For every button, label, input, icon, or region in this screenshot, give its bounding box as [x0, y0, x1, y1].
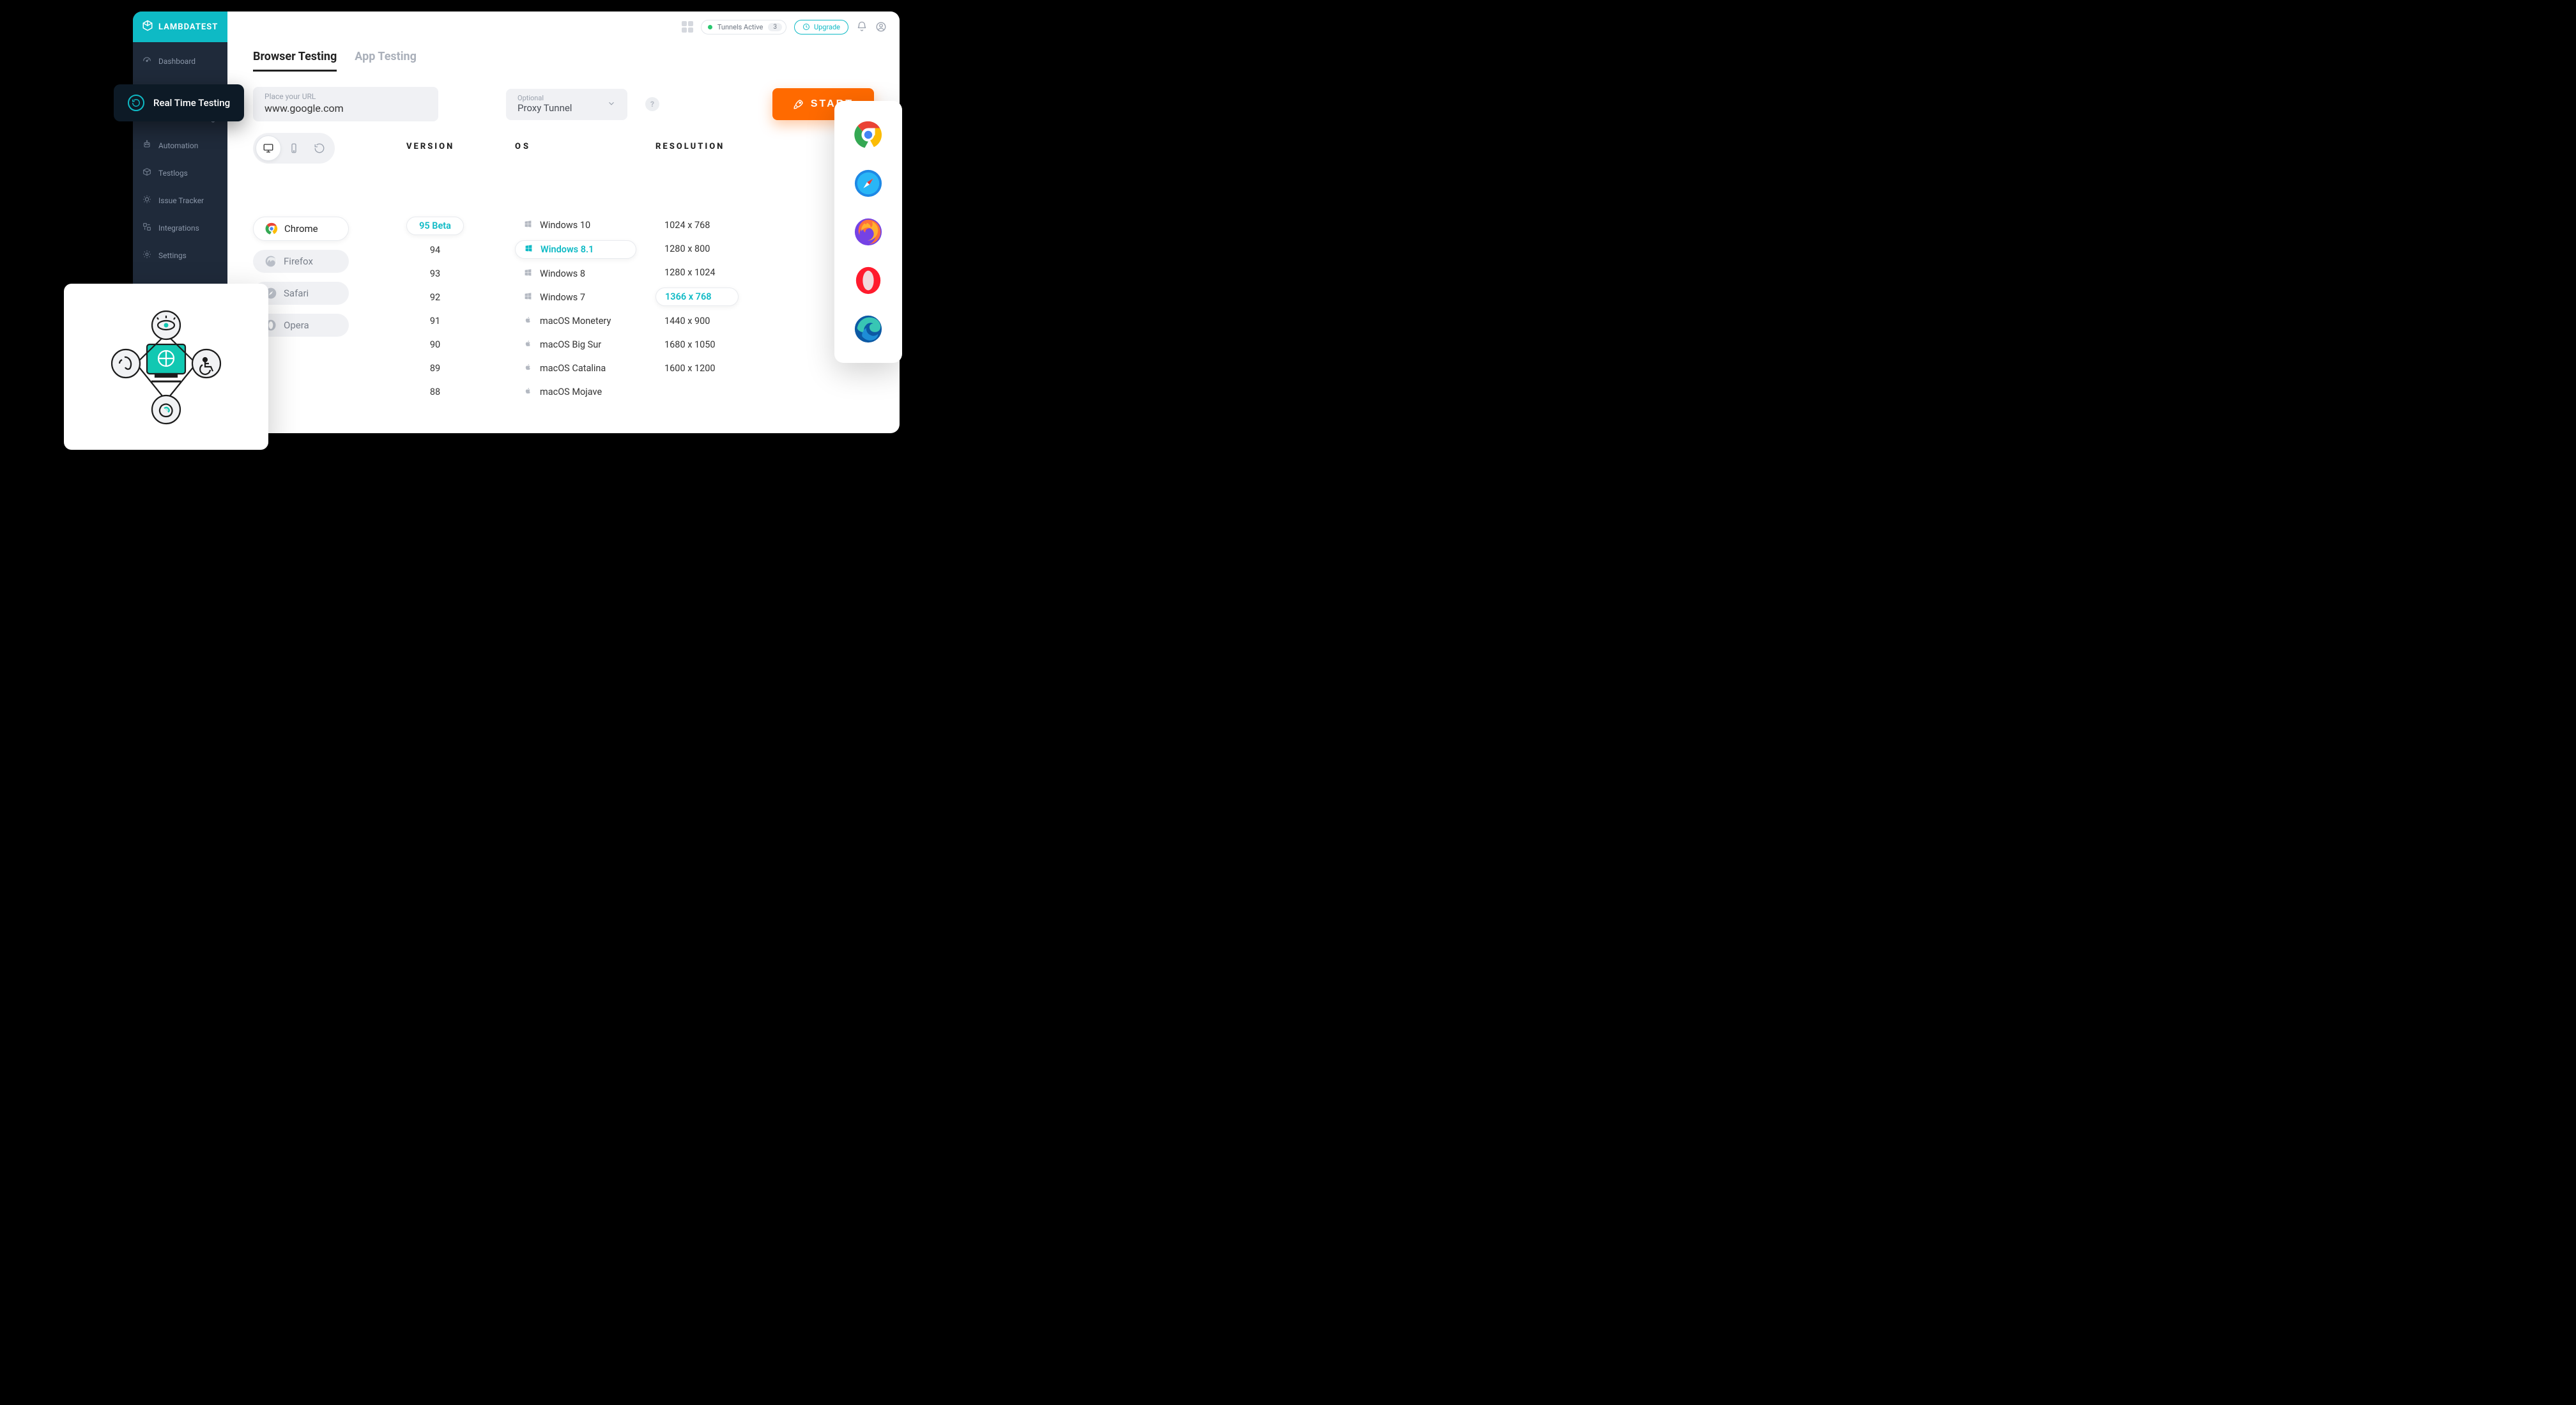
- resolution-1280x1024[interactable]: 1280 x 1024: [656, 264, 739, 281]
- accessibility-card: [64, 284, 268, 450]
- nav-icon: [142, 222, 152, 234]
- url-value: www.google.com: [264, 102, 427, 115]
- firefox-icon: [264, 255, 277, 268]
- os-macos-monetery[interactable]: macOS Monetery: [515, 312, 636, 330]
- upgrade-button[interactable]: Upgrade: [794, 20, 848, 35]
- os-windows-10[interactable]: Windows 10: [515, 217, 636, 234]
- browser-badge-chrome[interactable]: [854, 120, 883, 150]
- apps-grid-icon[interactable]: [682, 21, 693, 33]
- apple-icon: [524, 363, 532, 374]
- config-row: Place your URL www.google.com Optional P…: [227, 72, 900, 121]
- os-windows-7[interactable]: Windows 7: [515, 289, 636, 306]
- proxy-value: Proxy Tunnel: [518, 102, 572, 114]
- bell-icon[interactable]: [856, 21, 868, 33]
- brand-text: LAMBDATEST: [158, 22, 218, 32]
- browser-badge-safari[interactable]: [854, 169, 883, 198]
- sidebar-item-testlogs[interactable]: Testlogs: [133, 159, 227, 187]
- sidebar-item-settings[interactable]: Settings: [133, 242, 227, 269]
- sidebar-item-issue-tracker[interactable]: Issue Tracker: [133, 187, 227, 214]
- apple-icon: [524, 316, 532, 326]
- col-os: OS: [515, 135, 656, 167]
- user-icon[interactable]: [875, 21, 887, 33]
- status-dot-icon: [708, 25, 712, 29]
- nav-icon: [142, 55, 152, 67]
- proxy-tunnel-select[interactable]: Optional Proxy Tunnel: [506, 89, 627, 120]
- clock-icon: [802, 23, 810, 31]
- chevron-down-icon: [607, 99, 616, 108]
- windows-icon: [524, 268, 532, 279]
- tunnel-count: 3: [768, 23, 782, 31]
- version-95-beta[interactable]: 95 Beta: [406, 217, 464, 235]
- apple-icon: [524, 339, 532, 350]
- tab-browser-testing[interactable]: Browser Testing: [253, 50, 337, 72]
- tunnel-status[interactable]: Tunnels Active 3: [701, 20, 786, 35]
- version-92[interactable]: 92: [406, 289, 464, 306]
- sidebar-item-integrations[interactable]: Integrations: [133, 214, 227, 242]
- brand-logo-icon: [142, 20, 153, 34]
- os-windows-8-1[interactable]: Windows 8.1: [515, 240, 636, 259]
- resolution-1680x1050[interactable]: 1680 x 1050: [656, 336, 739, 353]
- version-91[interactable]: 91: [406, 312, 464, 330]
- os-windows-8[interactable]: Windows 8: [515, 265, 636, 282]
- upgrade-label: Upgrade: [814, 23, 840, 31]
- version-89[interactable]: 89: [406, 360, 464, 377]
- resolution-1600x1200[interactable]: 1600 x 1200: [656, 360, 739, 377]
- nav-icon: [142, 249, 152, 261]
- history-icon: [128, 95, 144, 111]
- version-88[interactable]: 88: [406, 383, 464, 401]
- topbar: Tunnels Active 3 Upgrade: [227, 12, 900, 42]
- accessibility-illustration: [93, 300, 240, 434]
- help-icon[interactable]: ?: [645, 97, 659, 111]
- resolution-1366x768[interactable]: 1366 x 768: [656, 288, 739, 306]
- tab-app-testing[interactable]: App Testing: [355, 50, 417, 72]
- browser-badge-firefox[interactable]: [854, 217, 883, 247]
- version-list: 95 Beta 94 93 92 91 90 89 88: [406, 167, 515, 401]
- browser-list: ChromeFirefoxSafariOpera: [253, 167, 406, 337]
- chrome-icon: [265, 222, 278, 235]
- browser-badge-edge[interactable]: [854, 314, 883, 344]
- sidebar-item-automation[interactable]: Automation: [133, 132, 227, 159]
- windows-icon: [524, 220, 532, 231]
- browser-option-chrome[interactable]: Chrome: [253, 217, 349, 241]
- tunnel-label: Tunnels Active: [717, 23, 763, 31]
- resolution-1024x768[interactable]: 1024 x 768: [656, 217, 739, 234]
- brand[interactable]: LAMBDATEST: [133, 12, 227, 42]
- apple-icon: [524, 387, 532, 397]
- version-93[interactable]: 93: [406, 265, 464, 282]
- os-macos-catalina[interactable]: macOS Catalina: [515, 360, 636, 377]
- url-placeholder: Place your URL: [264, 92, 427, 101]
- nav-icon: [142, 139, 152, 151]
- browser-badge-panel: [834, 101, 902, 363]
- windows-icon: [524, 292, 532, 303]
- windows-icon: [525, 244, 533, 255]
- os-macos-mojave[interactable]: macOS Mojave: [515, 383, 636, 401]
- sidebar-item-dashboard[interactable]: Dashboard: [133, 47, 227, 75]
- sidebar-flyout-label: Real Time Testing: [153, 97, 230, 109]
- os-macos-big-sur[interactable]: macOS Big Sur: [515, 336, 636, 353]
- selection-columns: . ChromeFirefoxSafariOpera VERSION 95 Be…: [227, 135, 900, 401]
- resolution-1440x900[interactable]: 1440 x 900: [656, 312, 739, 330]
- col-version: VERSION: [406, 135, 515, 167]
- rocket-icon: [793, 98, 804, 110]
- os-list: Windows 10 Windows 8.1 Windows 8 Windows 7 m…: [515, 167, 656, 401]
- browser-badge-opera[interactable]: [854, 266, 883, 295]
- proxy-label: Optional: [518, 94, 572, 102]
- sidebar-flyout-realtime[interactable]: Real Time Testing: [114, 84, 244, 121]
- nav: DashboardVisual UI TestingAutomationTest…: [133, 42, 227, 269]
- nav-icon: [142, 167, 152, 179]
- version-90[interactable]: 90: [406, 336, 464, 353]
- resolution-1280x800[interactable]: 1280 x 800: [656, 240, 739, 257]
- col-resolution: RESOLUTION: [656, 135, 770, 167]
- browser-option-firefox[interactable]: Firefox: [253, 250, 349, 273]
- resolution-list: 1024 x 768 1280 x 800 1280 x 1024 1366 x 76…: [656, 167, 770, 377]
- nav-icon: [142, 194, 152, 206]
- main: Tunnels Active 3 Upgrade Browser Testing…: [227, 12, 900, 433]
- url-input[interactable]: Place your URL www.google.com: [253, 87, 438, 121]
- version-94[interactable]: 94: [406, 242, 464, 259]
- tabs: Browser Testing App Testing: [227, 50, 900, 72]
